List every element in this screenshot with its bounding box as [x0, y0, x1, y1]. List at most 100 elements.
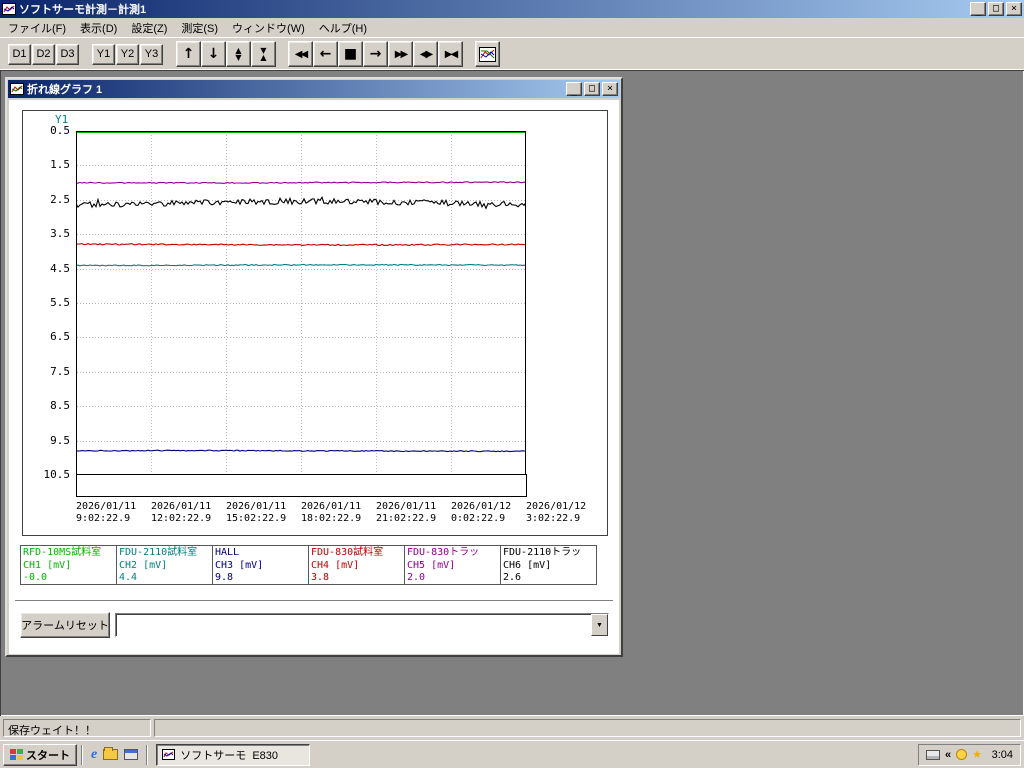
y-range-compress-button[interactable]: ▼ ▲	[251, 41, 276, 67]
task-button-label: ソフトサーモ E830	[180, 749, 279, 762]
quick-launch: e	[87, 747, 142, 763]
menu-item-2[interactable]: 表示(D)	[73, 17, 124, 39]
system-tray: « ★ 3:04	[918, 743, 1021, 766]
graph-display-button[interactable]	[475, 41, 500, 67]
toolbar-d3-button[interactable]: D3	[56, 43, 79, 65]
app-window: ソフトサーモ計測－計測1 _ □ × ファイル(F) 表示(D) 設定(Z) 測定(S…	[0, 0, 1024, 740]
status-bar: 保存ウェイト！！	[0, 716, 1024, 740]
toolbar-y3-button[interactable]: Y3	[140, 43, 163, 65]
graph-minimize-button[interactable]: _	[566, 82, 582, 96]
menu-item-4[interactable]: 測定(S)	[174, 17, 225, 39]
close-button[interactable]: ×	[1006, 2, 1022, 16]
folder-icon[interactable]	[103, 747, 119, 760]
toolbar-y2-button[interactable]: Y2	[116, 43, 139, 65]
step-forward-button[interactable]: →	[363, 41, 388, 67]
graph-close-button[interactable]: ×	[602, 82, 618, 96]
menu-item-6[interactable]: ヘルプ(H)	[312, 17, 374, 39]
fast-rewind-button[interactable]: ◀◀	[288, 41, 313, 67]
graph-window-title-bar[interactable]: 折れ線グラフ 1 _ □ ×	[8, 80, 620, 98]
x-tick-date: 2026/01/11	[76, 501, 137, 512]
menu-item-3[interactable]: 設定(Z)	[124, 17, 174, 39]
y-tick-label: 2.5	[50, 192, 70, 206]
mdi-area: 折れ線グラフ 1 _ □ × Y1 0.5 1.5 2.5 3.5 4.5 5.5 6.5 7…	[0, 70, 1024, 716]
x-tick-label: 2026/01/11 9:02:22.9	[76, 501, 156, 525]
toolbar-d1-button[interactable]: D1	[8, 43, 31, 65]
legend-channel: CH3 [mV]	[215, 559, 264, 571]
tray-collapse-chevron-icon[interactable]: «	[945, 749, 951, 761]
x-tick-date: 2026/01/11	[226, 501, 287, 512]
start-button[interactable]: スタート	[3, 743, 77, 766]
pan-up-button[interactable]: ↑	[176, 41, 201, 67]
x-tick-time: 21:02:22.9	[376, 513, 437, 524]
x-tick-label: 2026/01/11 15:02:22.9	[226, 501, 306, 525]
fast-forward-button[interactable]: ▶▶	[388, 41, 413, 67]
internet-explorer-icon[interactable]: e	[91, 747, 97, 763]
x-tick-date: 2026/01/11	[151, 501, 212, 512]
app-title-bar[interactable]: ソフトサーモ計測－計測1 _ □ ×	[0, 0, 1024, 18]
legend-cell-ch1: RFD-10MS試料室 CH1 [mV] -0.0	[20, 545, 117, 585]
show-desktop-icon[interactable]	[124, 749, 139, 760]
restore-button[interactable]: □	[988, 2, 1004, 16]
legend-value: -0.0	[23, 572, 48, 583]
menu-item-1[interactable]: ファイル(F)	[1, 17, 73, 39]
x-tick-time: 15:02:22.9	[226, 513, 287, 524]
y-tick-label: 6.5	[50, 330, 70, 344]
x-tick-label: 2026/01/11 21:02:22.9	[376, 501, 456, 525]
graph-window-content: Y1 0.5 1.5 2.5 3.5 4.5 5.5 6.5 7.5 8.5 9.5 10.5 20…	[9, 100, 619, 654]
dropdown-arrow-icon[interactable]: ▼	[591, 614, 608, 636]
graph-window-title: 折れ線グラフ 1	[27, 84, 103, 96]
x-tick-label: 2026/01/12 3:02:22.9	[526, 501, 606, 525]
tray-star-icon[interactable]: ★	[972, 748, 982, 761]
taskbar-divider	[146, 744, 149, 765]
x-tick-label: 2026/01/12 0:02:22.9	[451, 501, 531, 525]
separator	[15, 600, 613, 602]
toolbar-d2-button[interactable]: D2	[32, 43, 55, 65]
toolbar: D1 D2 D3 Y1 Y2 Y3 ↑ ↓ ▲ ▼ ▼ ▲ ◀◀ ← ■ → ▶▶ ◀▶ ▶◀	[0, 37, 1024, 70]
combobox-value[interactable]	[116, 614, 591, 636]
stop-button[interactable]: ■	[338, 41, 363, 67]
channel-legend: RFD-10MS試料室 CH1 [mV] -0.0 FDU-2110試料室 CH2 [m…	[20, 545, 597, 585]
menu-bar: ファイル(F) 表示(D) 設定(Z) 測定(S) ウィンドウ(W) ヘルプ(H)	[0, 18, 1024, 37]
taskbar: スタート e ソフトサーモ E830 « ★ 3:04	[0, 740, 1024, 768]
tray-alert-icon[interactable]	[956, 749, 968, 760]
alarm-band	[76, 474, 527, 497]
graph-window: 折れ線グラフ 1 _ □ × Y1 0.5 1.5 2.5 3.5 4.5 5.5 6.5 7…	[5, 77, 623, 657]
input-device-tray-icon[interactable]	[926, 749, 940, 760]
taskbar-clock[interactable]: 3:04	[987, 749, 1013, 761]
chart-plot[interactable]	[75, 131, 527, 475]
legend-value: 3.8	[311, 572, 330, 583]
y-tick-label: 8.5	[50, 399, 70, 413]
legend-channel: CH2 [mV]	[119, 559, 168, 571]
toolbar-group	[475, 41, 500, 67]
y-range-expand-button[interactable]: ▲ ▼	[226, 41, 251, 67]
minimize-button[interactable]: _	[970, 2, 986, 16]
x-tick-date: 2026/01/12	[451, 501, 512, 512]
y-tick-label: 5.5	[50, 296, 70, 309]
toolbar-y1-button[interactable]: Y1	[92, 43, 115, 65]
legend-channel: CH4 [mV]	[311, 559, 360, 571]
legend-cell-ch3: HALL CH3 [mV] 9.8	[212, 545, 309, 585]
windows-logo-icon	[10, 749, 23, 760]
x-range-compress-button[interactable]: ▶◀	[438, 41, 463, 67]
legend-value: 4.4	[119, 572, 138, 583]
task-button[interactable]: ソフトサーモ E830	[156, 743, 311, 766]
x-tick-time: 3:02:22.9	[526, 513, 581, 524]
app-title: ソフトサーモ計測－計測1	[19, 4, 147, 16]
menu-item-5[interactable]: ウィンドウ(W)	[225, 17, 312, 39]
pan-down-button[interactable]: ↓	[201, 41, 226, 67]
legend-value: 2.6	[503, 572, 522, 583]
legend-channel: CH6 [mV]	[503, 559, 552, 571]
x-range-expand-button[interactable]: ◀▶	[413, 41, 438, 67]
message-combobox[interactable]: ▼	[115, 613, 609, 637]
alarm-reset-button[interactable]: アラームリセット	[20, 612, 110, 638]
x-tick-time: 9:02:22.9	[76, 513, 131, 524]
step-back-button[interactable]: ←	[313, 41, 338, 67]
status-panel	[154, 719, 1021, 737]
y-tick-label: 1.5	[50, 158, 70, 172]
legend-value: 9.8	[215, 572, 234, 583]
graph-maximize-button[interactable]: □	[584, 82, 600, 96]
x-tick-date: 2026/01/11	[301, 501, 362, 512]
toolbar-group: Y1 Y2 Y3	[92, 43, 164, 65]
legend-channel: CH1 [mV]	[23, 559, 72, 571]
chart-area: Y1 0.5 1.5 2.5 3.5 4.5 5.5 6.5 7.5 8.5 9.5 10.5 20…	[22, 110, 608, 536]
